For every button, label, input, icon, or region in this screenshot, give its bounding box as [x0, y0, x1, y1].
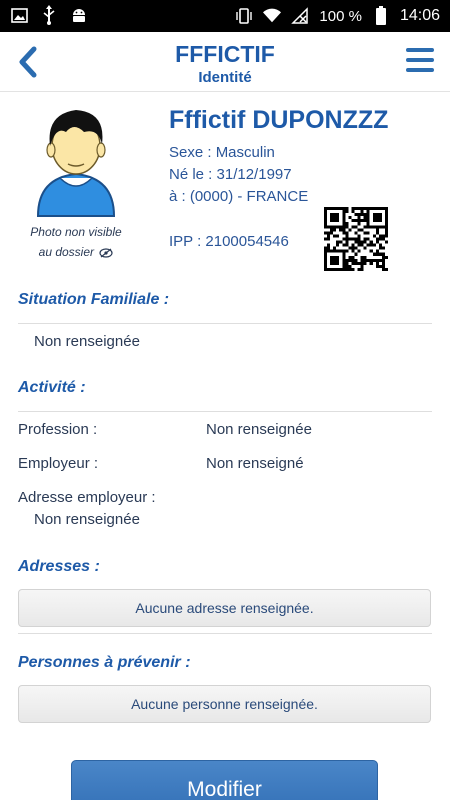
- page-subtitle: Identité: [198, 69, 252, 86]
- employeur-label: Employeur :: [18, 455, 99, 472]
- hamburger-icon: [406, 48, 434, 52]
- page-title: FFFICTIF: [175, 41, 275, 67]
- app-header: FFFICTIF Identité: [0, 32, 450, 92]
- battery-icon: [372, 6, 390, 25]
- situation-value: Non renseignée: [34, 333, 140, 350]
- divider: [18, 411, 432, 412]
- photo-note-line1: Photo non visible: [30, 225, 122, 239]
- photo-note-line2: au dossier: [38, 245, 95, 259]
- wifi-icon: [263, 7, 282, 25]
- menu-button[interactable]: [406, 48, 434, 74]
- image-icon: [10, 6, 28, 24]
- android-icon: [70, 6, 88, 24]
- profession-value: Non renseignée: [206, 421, 312, 438]
- birthplace-field: à : (0000) - FRANCE: [169, 188, 309, 205]
- adresses-title: Adresses :: [18, 558, 100, 575]
- sex-field: Sexe : Masculin: [169, 144, 275, 161]
- employeur-value: Non renseigné: [206, 455, 304, 472]
- birthdate-field: Né le : 31/12/1997: [169, 166, 292, 183]
- qr-code: [324, 207, 388, 271]
- profession-label: Profession :: [18, 421, 98, 438]
- activite-title: Activité :: [18, 379, 86, 396]
- photo-note: Photo non visible au dossier: [14, 222, 138, 262]
- personnes-empty-box: Aucune personne renseignée.: [18, 685, 431, 723]
- ipp-field: IPP : 2100054546: [169, 233, 289, 250]
- status-bar: 100 % 14:06: [0, 0, 450, 32]
- adresse-employeur-label: Adresse employeur :: [18, 489, 156, 506]
- adresses-empty-box: Aucune adresse renseignée.: [18, 589, 431, 627]
- usb-icon: [40, 5, 58, 25]
- personnes-title: Personnes à prévenir :: [18, 654, 191, 671]
- divider: [18, 633, 432, 634]
- avatar: [36, 106, 116, 218]
- battery-text: 100 %: [319, 7, 362, 25]
- adresse-employeur-value: Non renseignée: [34, 511, 140, 528]
- patient-name: Fffictif DUPONZZZ: [169, 106, 389, 134]
- eye-slash-icon: [99, 248, 113, 258]
- vibrate-icon: [235, 7, 253, 25]
- clock: 14:06: [399, 7, 440, 24]
- divider: [18, 323, 432, 324]
- situation-title: Situation Familiale :: [18, 291, 170, 308]
- modify-button[interactable]: Modifier: [71, 760, 378, 800]
- no-signal-icon: [291, 7, 309, 25]
